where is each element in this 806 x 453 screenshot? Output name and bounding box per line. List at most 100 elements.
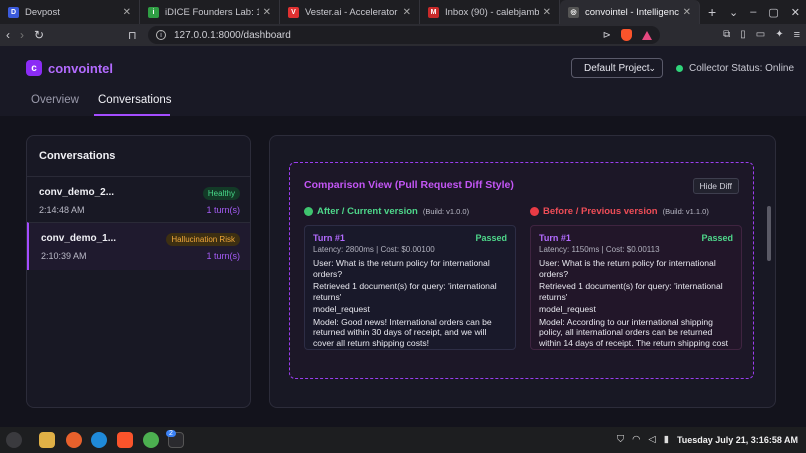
brave-shields-icon[interactable]	[621, 29, 632, 41]
reload-icon[interactable]: ↻	[34, 28, 44, 42]
collector-status: Collector Status: Online	[676, 63, 794, 74]
minimize-icon[interactable]: –	[750, 6, 756, 18]
conversation-item-selected[interactable]: conv_demo_1... Hallucination Risk 2:10:3…	[27, 222, 250, 270]
wifi-icon[interactable]: ◠	[632, 434, 640, 445]
green-circle-icon	[304, 207, 313, 216]
status-badge: Hallucination Risk	[166, 233, 240, 246]
leo-ai-icon[interactable]: ✦	[775, 29, 783, 41]
before-column-heading: Before / Previous version (Build: v1.1.0…	[530, 206, 709, 217]
conversations-panel: Conversations conv_demo_2... Healthy 2:1…	[26, 135, 251, 408]
before-build: (Build: v1.1.0)	[662, 207, 709, 216]
conversation-turns: 1 turn(s)	[206, 251, 240, 261]
back-icon[interactable]: ‹	[6, 28, 10, 42]
battery-icon[interactable]: ▮	[664, 434, 669, 445]
app-header: c convointel Default Project ⌄ Collector…	[0, 46, 806, 90]
maximize-icon[interactable]: ▢	[768, 6, 778, 19]
comparison-view: Comparison View (Pull Request Diff Style…	[289, 162, 754, 379]
app-root: c convointel Default Project ⌄ Collector…	[0, 46, 806, 427]
conversation-turns: 1 turn(s)	[206, 205, 240, 215]
turn-label: Turn #1	[313, 233, 345, 243]
turn-meta: Latency: 2800ms | Cost: $0.00100	[313, 245, 435, 254]
nav-tabs: Overview Conversations	[0, 90, 806, 116]
turn-status: Passed	[701, 233, 733, 243]
browser-tab-strip: D Devpost ✕ i iDICE Founders Lab: 12-Wee…	[0, 0, 806, 24]
close-icon[interactable]: ✕	[683, 7, 691, 18]
chrome-icon[interactable]	[143, 432, 159, 448]
conversation-name: conv_demo_1...	[41, 233, 117, 244]
collector-status-text: Collector Status: Online	[689, 63, 795, 74]
browser-toolbar: ‹ › ↻ ⊓ i 127.0.0.1:8000/dashboard ⊳ ⧉ ▯…	[0, 24, 806, 46]
file-manager-icon[interactable]	[39, 432, 55, 448]
red-circle-icon	[530, 207, 539, 216]
devpost-favicon-icon: D	[8, 6, 19, 18]
turn-body: User: What is the return policy for inte…	[539, 258, 733, 350]
shield-icon[interactable]: ⛉	[617, 434, 624, 445]
browser-tab-title: Vester.ai - Accelerator Hub	[305, 6, 399, 18]
turn-line: User: What is the return policy for inte…	[539, 258, 716, 279]
turn-line: Model: According to our international sh…	[539, 316, 729, 350]
share-icon[interactable]: ⊳	[603, 30, 611, 41]
after-turn-card: Turn #1 Passed Latency: 2800ms | Cost: $…	[304, 225, 516, 350]
after-heading-text: After / Current version	[317, 206, 418, 217]
logo-text: convointel	[48, 61, 114, 76]
mint-menu-icon[interactable]	[6, 432, 22, 448]
active-tab-underline	[94, 114, 170, 116]
new-tab-icon[interactable]: +	[700, 4, 724, 20]
turn-line: Model: Good news! International orders c…	[313, 316, 492, 348]
wallet-icon[interactable]: ▭	[756, 29, 765, 41]
notification-count-badge: 2	[166, 430, 176, 437]
conversation-time: 2:14:48 AM	[39, 205, 85, 215]
bookmark-icon[interactable]: ⊓	[128, 29, 137, 42]
conversation-item[interactable]: conv_demo_2... Healthy 2:14:48 AM 1 turn…	[27, 176, 250, 224]
browser-tab-title: iDICE Founders Lab: 12-Week St	[165, 6, 259, 18]
browser-tab-vester[interactable]: V Vester.ai - Accelerator Hub ✕	[280, 0, 420, 24]
before-heading-text: Before / Previous version	[543, 206, 658, 217]
chevron-down-icon: ⌄	[648, 63, 656, 73]
system-tray: ⛉ ◠ ◁ ▮ Tuesday July 21, 3:16:58 AM	[617, 434, 798, 445]
hide-diff-button[interactable]: Hide Diff	[692, 178, 739, 194]
browser-tab-title: Devpost	[25, 6, 60, 18]
project-select[interactable]: Default Project ⌄	[571, 58, 663, 78]
turn-label: Turn #1	[539, 233, 571, 243]
sidebar-icon[interactable]: ▯	[740, 29, 746, 41]
forward-icon[interactable]: ›	[20, 28, 24, 42]
conversation-name: conv_demo_2...	[39, 187, 115, 198]
turn-line: model_request	[313, 304, 370, 314]
url-text: 127.0.0.1:8000/dashboard	[174, 29, 291, 41]
gmail-favicon-icon: M	[428, 6, 439, 18]
toolbar-right-icons: ⧉ ▯ ▭ ✦ ≡	[723, 29, 800, 41]
close-window-icon[interactable]: ✕	[791, 6, 800, 19]
scrollbar[interactable]	[767, 206, 771, 261]
menu-icon[interactable]: ≡	[794, 29, 800, 41]
turn-line: Retrieved 1 document(s) for query: 'inte…	[539, 281, 723, 302]
tab-conversations[interactable]: Conversations	[98, 94, 172, 106]
brave-rewards-icon[interactable]	[642, 30, 652, 40]
browser-tab-devpost[interactable]: D Devpost ✕	[0, 0, 140, 24]
close-icon[interactable]: ✕	[543, 7, 551, 18]
volume-icon[interactable]: ◁	[648, 434, 655, 445]
turn-status: Passed	[475, 233, 507, 243]
close-icon[interactable]: ✕	[403, 7, 411, 18]
close-icon[interactable]: ✕	[263, 7, 271, 18]
idice-favicon-icon: i	[148, 6, 159, 18]
turn-line: User: What is the return policy for inte…	[313, 258, 490, 279]
browser-tab-inbox[interactable]: M Inbox (90) - calebjamb900@gm ✕	[420, 0, 560, 24]
os-taskbar: 2 ⛉ ◠ ◁ ▮ Tuesday July 21, 3:16:58 AM	[0, 427, 806, 453]
clock[interactable]: Tuesday July 21, 3:16:58 AM	[677, 435, 798, 445]
address-bar[interactable]: i 127.0.0.1:8000/dashboard ⊳	[148, 26, 660, 44]
info-icon[interactable]: i	[156, 30, 166, 40]
browser-tab-idice[interactable]: i iDICE Founders Lab: 12-Week St ✕	[140, 0, 280, 24]
browser-tab-convointel[interactable]: ◎ convointel - Intelligence Lay ✕	[560, 0, 700, 24]
tab-overview[interactable]: Overview	[31, 94, 79, 106]
conversation-time: 2:10:39 AM	[41, 251, 87, 261]
detail-panel: Comparison View (Pull Request Diff Style…	[269, 135, 776, 408]
browser-tab-title: convointel - Intelligence Lay	[585, 6, 679, 18]
turn-meta: Latency: 1150ms | Cost: $0.00113	[539, 245, 660, 254]
browser-tab-title: Inbox (90) - calebjamb900@gm	[445, 6, 539, 18]
close-icon[interactable]: ✕	[123, 7, 131, 18]
brave-icon[interactable]	[117, 432, 133, 448]
screenshot-icon[interactable]: ⧉	[723, 29, 730, 41]
chevron-down-icon[interactable]: ⌄	[729, 6, 738, 19]
firefox-icon[interactable]	[66, 432, 82, 448]
edge-icon[interactable]	[91, 432, 107, 448]
